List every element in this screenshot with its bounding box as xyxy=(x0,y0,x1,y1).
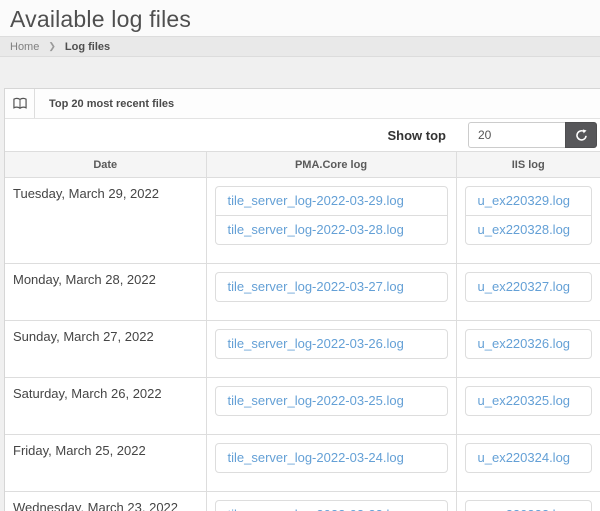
content-area: Top 20 most recent files Show top xyxy=(0,57,600,511)
breadcrumb-current: Log files xyxy=(65,41,110,53)
breadcrumb-home-link[interactable]: Home xyxy=(10,41,39,53)
log-file-link[interactable]: tile_server_log-2022-03-25.log xyxy=(216,387,447,415)
log-file-link[interactable]: u_ex220324.log xyxy=(466,444,592,472)
date-cell: Saturday, March 26, 2022 xyxy=(5,378,206,435)
iis-log-list: u_ex220324.log xyxy=(465,443,593,473)
column-header-iis-log: IIS log xyxy=(456,152,600,178)
pma-core-log-list: tile_server_log-2022-03-23.log xyxy=(215,500,448,511)
iis-log-cell: u_ex220326.log xyxy=(456,321,600,378)
pma-core-log-cell: tile_server_log-2022-03-25.log xyxy=(206,378,456,435)
iis-log-cell: u_ex220327.log xyxy=(456,264,600,321)
iis-log-cell: u_ex220325.log xyxy=(456,378,600,435)
page-title: Available log files xyxy=(10,6,590,33)
refresh-button[interactable] xyxy=(565,122,597,148)
iis-log-cell: u_ex220329.logu_ex220328.log xyxy=(456,178,600,264)
iis-log-list: u_ex220327.log xyxy=(465,272,593,302)
log-file-link[interactable]: tile_server_log-2022-03-24.log xyxy=(216,444,447,472)
date-cell: Monday, March 28, 2022 xyxy=(5,264,206,321)
pma-core-log-list: tile_server_log-2022-03-26.log xyxy=(215,329,448,359)
pma-core-log-cell: tile_server_log-2022-03-26.log xyxy=(206,321,456,378)
log-file-link[interactable]: u_ex220322.log xyxy=(466,501,592,511)
table-row: Saturday, March 26, 2022 tile_server_log… xyxy=(5,378,600,435)
date-cell: Wednesday, March 23, 2022 xyxy=(5,492,206,511)
log-file-link[interactable]: u_ex220325.log xyxy=(466,387,592,415)
log-file-link[interactable]: u_ex220329.log xyxy=(466,187,592,215)
panel-heading: Top 20 most recent files xyxy=(5,89,600,119)
table-row: Tuesday, March 29, 2022 tile_server_log-… xyxy=(5,178,600,264)
log-file-link[interactable]: tile_server_log-2022-03-23.log xyxy=(216,501,447,511)
log-file-link[interactable]: tile_server_log-2022-03-28.log xyxy=(216,215,447,244)
iis-log-list: u_ex220326.log xyxy=(465,329,593,359)
log-file-link[interactable]: u_ex220328.log xyxy=(466,215,592,244)
pma-core-log-cell: tile_server_log-2022-03-27.log xyxy=(206,264,456,321)
recent-files-panel: Top 20 most recent files Show top xyxy=(4,88,600,511)
log-files-table: Date PMA.Core log IIS log Tuesday, March… xyxy=(5,151,600,511)
date-cell: Tuesday, March 29, 2022 xyxy=(5,178,206,264)
show-top-row: Show top xyxy=(5,119,600,151)
iis-log-list: u_ex220322.log xyxy=(465,500,593,511)
log-file-link[interactable]: u_ex220326.log xyxy=(466,330,592,358)
log-files-page: Available log files Home ❯ Log files Top… xyxy=(0,0,600,511)
pma-core-log-cell: tile_server_log-2022-03-24.log xyxy=(206,435,456,492)
log-file-link[interactable]: tile_server_log-2022-03-27.log xyxy=(216,273,447,301)
log-file-link[interactable]: u_ex220327.log xyxy=(466,273,592,301)
date-cell: Friday, March 25, 2022 xyxy=(5,435,206,492)
panel-title: Top 20 most recent files xyxy=(35,89,174,118)
pma-core-log-cell: tile_server_log-2022-03-23.log xyxy=(206,492,456,511)
show-top-input[interactable] xyxy=(468,122,565,148)
book-icon xyxy=(13,97,27,110)
iis-log-list: u_ex220325.log xyxy=(465,386,593,416)
refresh-icon xyxy=(575,129,588,142)
table-row: Sunday, March 27, 2022 tile_server_log-2… xyxy=(5,321,600,378)
column-header-date: Date xyxy=(5,152,206,178)
iis-log-cell: u_ex220322.log xyxy=(456,492,600,511)
breadcrumb: Home ❯ Log files xyxy=(0,36,600,57)
panel-icon-cell xyxy=(5,89,35,118)
pma-core-log-list: tile_server_log-2022-03-25.log xyxy=(215,386,448,416)
pma-core-log-list: tile_server_log-2022-03-29.logtile_serve… xyxy=(215,186,448,245)
pma-core-log-cell: tile_server_log-2022-03-29.logtile_serve… xyxy=(206,178,456,264)
pma-core-log-list: tile_server_log-2022-03-24.log xyxy=(215,443,448,473)
chevron-right-icon: ❯ xyxy=(48,41,56,52)
iis-log-cell: u_ex220324.log xyxy=(456,435,600,492)
table-row: Wednesday, March 23, 2022 tile_server_lo… xyxy=(5,492,600,511)
column-header-pma-core-log: PMA.Core log xyxy=(206,152,456,178)
show-top-input-group xyxy=(468,122,597,148)
page-header: Available log files xyxy=(0,0,600,36)
table-header-row: Date PMA.Core log IIS log xyxy=(5,152,600,178)
log-file-link[interactable]: tile_server_log-2022-03-26.log xyxy=(216,330,447,358)
show-top-label: Show top xyxy=(388,128,447,143)
log-file-link[interactable]: tile_server_log-2022-03-29.log xyxy=(216,187,447,215)
table-row: Friday, March 25, 2022 tile_server_log-2… xyxy=(5,435,600,492)
pma-core-log-list: tile_server_log-2022-03-27.log xyxy=(215,272,448,302)
date-cell: Sunday, March 27, 2022 xyxy=(5,321,206,378)
table-row: Monday, March 28, 2022 tile_server_log-2… xyxy=(5,264,600,321)
iis-log-list: u_ex220329.logu_ex220328.log xyxy=(465,186,593,245)
